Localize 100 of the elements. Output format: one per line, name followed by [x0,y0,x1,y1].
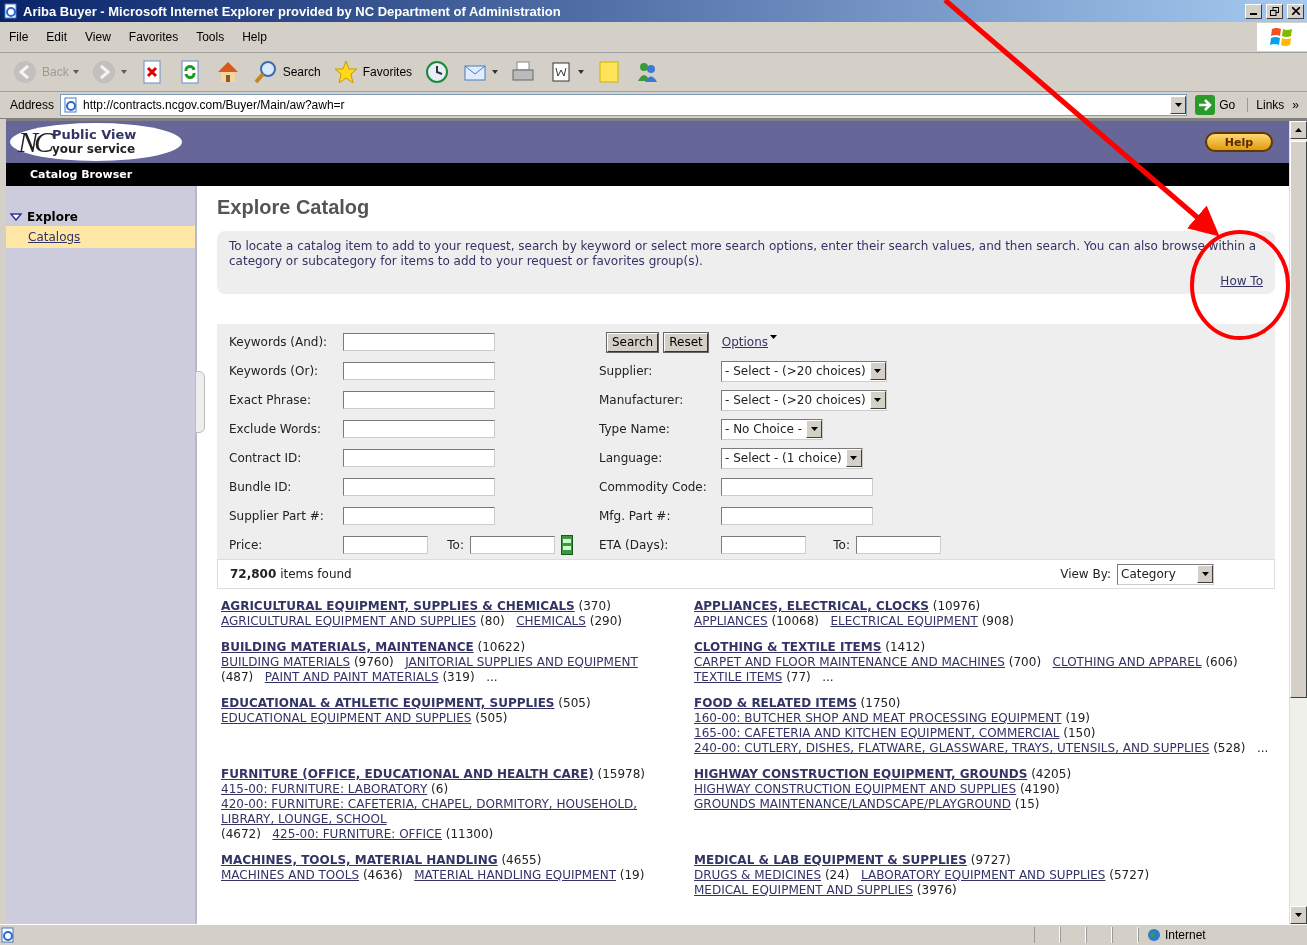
subcategory-link[interactable]: CHEMICALS [516,614,586,629]
item-count: (1750) [860,696,901,710]
field-label: Keywords (And): [229,335,329,349]
dropdown-button[interactable] [1197,565,1213,583]
dropdown-field[interactable]: - Select - (1 choice) [721,447,863,469]
menu-item[interactable]: File [0,30,38,44]
category-link[interactable]: AGRICULTURAL EQUIPMENT, SUPPLIES & CHEMICALS [221,599,575,613]
category-link[interactable]: APPLIANCES, ELECTRICAL, CLOCKS [694,599,929,613]
subcategory-link[interactable]: LABORATORY EQUIPMENT AND SUPPLIES [861,868,1106,883]
item-count: (319) [442,670,475,684]
browser-icon [3,3,19,19]
links-button[interactable]: Links » [1247,98,1303,112]
category-link[interactable]: MACHINES, TOOLS, MATERIAL HANDLING [221,853,498,867]
collapse-handle[interactable] [195,371,205,433]
input-field[interactable] [343,362,495,380]
input-field[interactable] [343,420,495,438]
subcategory-link[interactable]: GROUNDS MAINTENANCE/LANDSCAPE/PLAYGROUND [694,797,1011,812]
subcategory-link[interactable]: BUILDING MATERIALS [221,655,351,670]
subcategory-link[interactable]: DRUGS & MEDICINES [694,868,822,883]
how-to-link[interactable]: How To [1220,274,1263,288]
subcategory-link[interactable]: ELECTRICAL EQUIPMENT [830,614,978,629]
options-link[interactable]: Options [721,335,778,349]
subcategory-link[interactable]: EDUCATIONAL EQUIPMENT AND SUPPLIES [221,711,472,726]
item-count: (150) [1063,726,1096,740]
category-link[interactable]: FOOD & RELATED ITEMS [694,696,857,710]
subcategory-link[interactable]: 415-00: FURNITURE: LABORATORY [221,782,428,797]
view-by-dropdown[interactable]: Category [1117,563,1214,585]
input-field[interactable] [343,507,495,525]
menu-item[interactable]: Favorites [119,30,188,44]
category-link[interactable]: EDUCATIONAL & ATHLETIC EQUIPMENT, SUPPLIES [221,696,555,710]
close-button[interactable] [1287,3,1304,19]
more-ellipsis: ... [486,670,498,684]
subcategory-link[interactable]: 160-00: BUTCHER SHOP AND MEAT PROCESSING EQUIPMENT [694,711,1062,726]
dropdown-button[interactable] [869,391,886,409]
subcategory-link[interactable]: 425-00: FURNITURE: OFFICE [272,827,442,842]
star-icon [332,59,359,85]
dropdown-field[interactable]: - Select - (>20 choices) [721,389,887,411]
sidebar-section[interactable]: Explore [6,208,195,226]
category-link[interactable]: CLOTHING & TEXTILE ITEMS [694,640,882,654]
item-count: (19) [1065,711,1090,725]
menu-item[interactable]: View [76,30,120,44]
menu-item[interactable]: Edit [37,30,77,44]
input-field[interactable] [721,536,806,554]
menu-item[interactable]: Help [233,30,276,44]
item-count: (10622) [477,640,526,654]
subcategory-link[interactable]: 240-00: CUTLERY, DISHES, FLATWARE, GLASSWARE, TRAYS, UTENSILS, AND SUPPLIES [694,741,1210,756]
subcategory-link[interactable]: MATERIAL HANDLING EQUIPMENT [414,868,616,883]
subcategory-link[interactable]: AGRICULTURAL EQUIPMENT AND SUPPLIES [221,614,477,629]
address-field[interactable]: http://contracts.ncgov.com/Buyer/Main/aw?awh=r [60,94,1188,116]
dropdown-field[interactable]: - Select - (>20 choices) [721,360,887,382]
subcategory-link[interactable]: TEXTILE ITEMS [694,670,783,685]
search-submit-button[interactable]: Search [607,332,659,352]
input-field[interactable] [721,478,873,496]
subcategory-link[interactable]: JANITORIAL SUPPLIES AND EQUIPMENT [405,655,638,670]
subcategory-link[interactable]: 165-00: CAFETERIA AND KITCHEN EQUIPMENT, COMMERCIAL [694,726,1060,741]
subcategory-link[interactable]: 420-00: FURNITURE: CAFETERIA, CHAPEL, DORMITORY, HOUSEHOLD, LIBRARY, LOUNGE, SCHOOL [221,797,679,827]
subcategory-link[interactable]: HIGHWAY CONSTRUCTION EQUIPMENT AND SUPPLIES [694,782,1017,797]
input-field[interactable] [343,333,495,351]
subcategory-link[interactable]: MEDICAL EQUIPMENT AND SUPPLIES [694,883,913,898]
dropdown-arrow-icon [1174,103,1182,107]
page-title: Explore Catalog [217,196,371,219]
sidebar-link[interactable]: Catalogs [6,226,195,248]
subcategory-link[interactable]: MACHINES AND TOOLS [221,868,360,883]
minimize-button[interactable] [1245,3,1262,19]
help-button[interactable]: Help [1205,132,1273,152]
category-link[interactable]: FURNITURE (OFFICE, EDUCATIONAL AND HEALTH CARE) [221,767,594,781]
input-field[interactable] [856,536,941,554]
input-field[interactable] [343,536,428,554]
reset-button[interactable]: Reset [664,332,708,352]
input-field[interactable] [343,478,495,496]
input-field[interactable] [470,536,555,554]
input-field[interactable] [343,449,495,467]
scrollbar[interactable] [1289,121,1307,924]
favorites-button[interactable]: Favorites [328,56,417,88]
subcategory-link[interactable]: CLOTHING AND APPAREL [1052,655,1202,670]
calculator-icon [561,535,573,555]
subcategory-link[interactable]: PAINT AND PAINT MATERIALS [264,670,439,685]
dropdown-button[interactable] [1170,96,1187,114]
dropdown-button[interactable] [845,449,862,467]
item-count: (11300) [445,827,494,841]
category-link[interactable]: BUILDING MATERIALS, MAINTENANCE [221,640,474,654]
category-link[interactable]: HIGHWAY CONSTRUCTION EQUIPMENT, GROUNDS [694,767,1028,781]
status-pane [1060,927,1086,943]
item-count: (528) [1213,741,1246,755]
dropdown-button[interactable] [869,362,886,380]
input-field[interactable] [343,391,495,409]
search-button[interactable]: Search [248,56,325,88]
go-button[interactable]: Go [1191,95,1244,115]
subcategory-link[interactable]: APPLIANCES [694,614,768,629]
input-field[interactable] [721,507,873,525]
restore-button[interactable] [1266,3,1283,19]
dropdown-field[interactable]: - No Choice - [721,418,824,440]
menu-item[interactable]: Tools [187,30,234,44]
category-link[interactable]: MEDICAL & LAB EQUIPMENT & SUPPLIES [694,853,967,867]
restore-icon [1270,6,1279,16]
subcategory-link[interactable]: CARPET AND FLOOR MAINTENANCE AND MACHINES [694,655,1005,670]
item-count: (908) [981,614,1014,628]
item-count: (10068) [771,614,820,628]
page-icon [63,97,80,113]
dropdown-button[interactable] [806,420,823,438]
